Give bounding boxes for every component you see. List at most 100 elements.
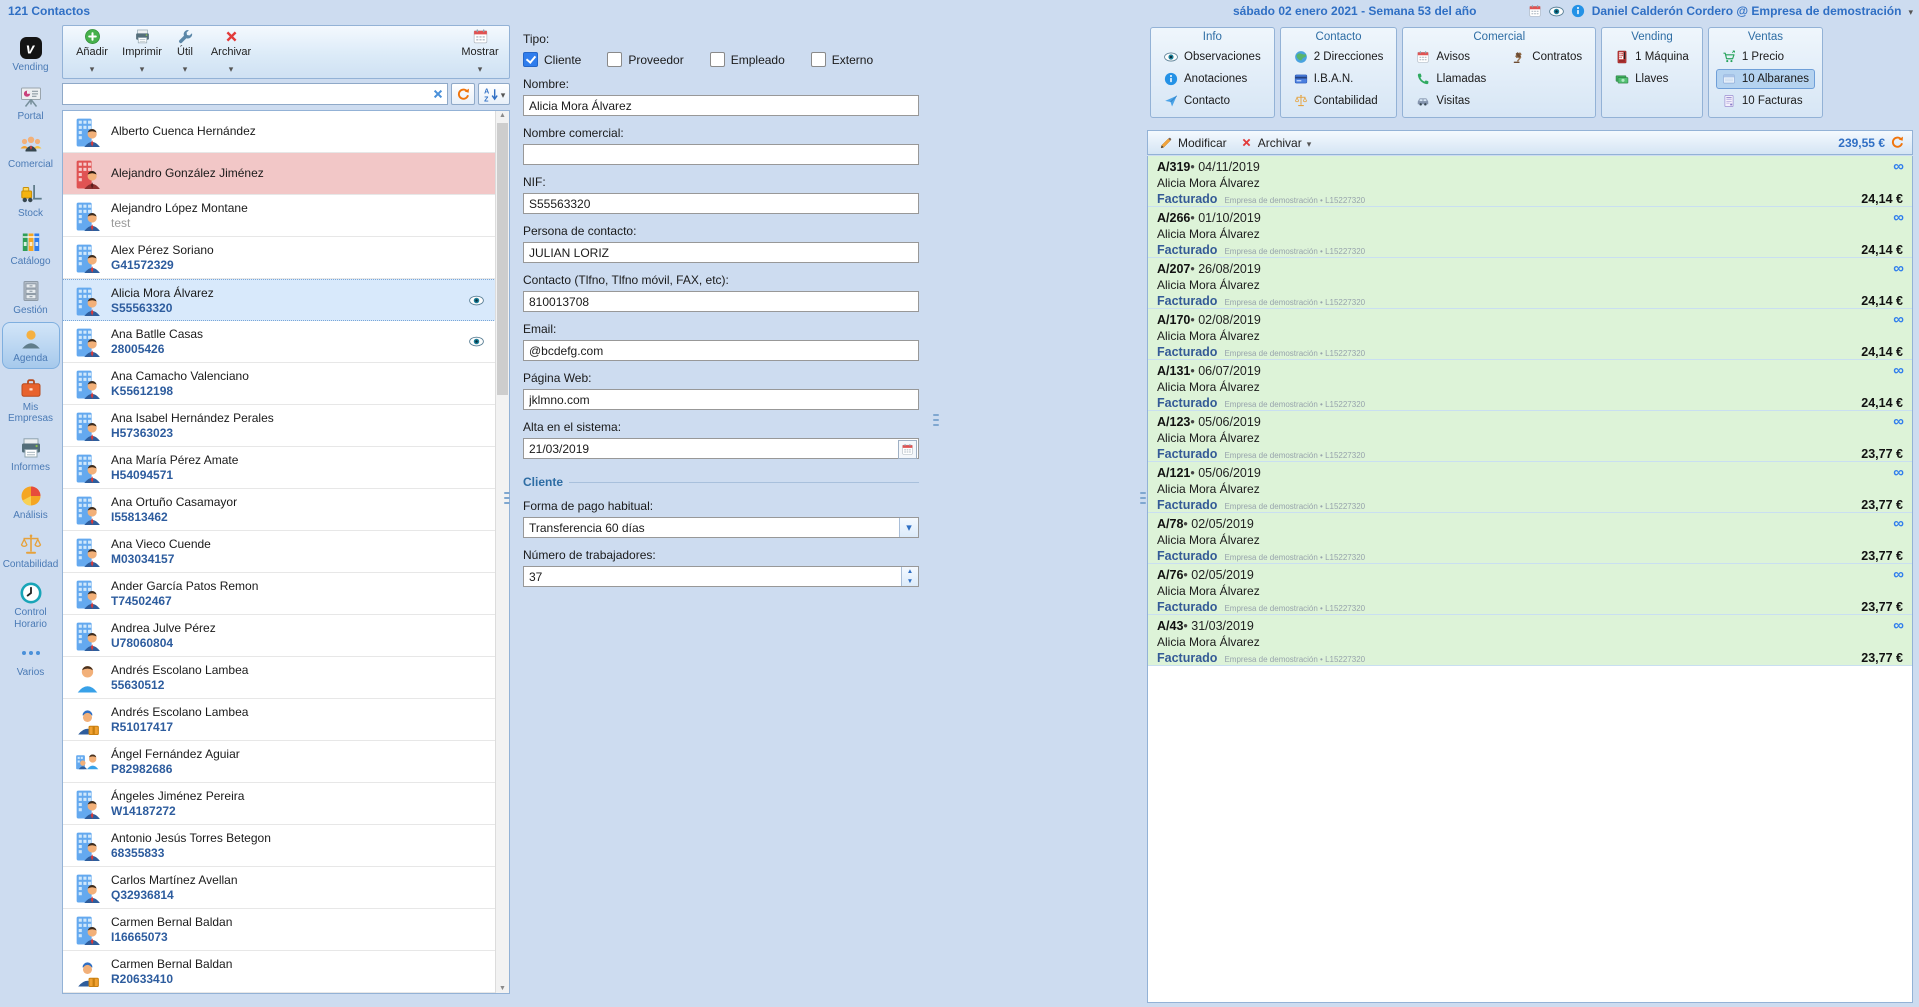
open-document-link-icon[interactable]: ∞	[1893, 569, 1903, 581]
print-caret-icon[interactable]	[140, 59, 145, 77]
nif-field[interactable]	[523, 193, 919, 214]
checkbox-box[interactable]	[710, 52, 725, 67]
util-button[interactable]: Útil	[167, 26, 203, 78]
contact-row[interactable]: Alex Pérez Soriano G41572329	[63, 237, 496, 279]
date-picker-button[interactable]	[898, 440, 917, 459]
pagina-web-field[interactable]	[523, 389, 919, 410]
sidebar-item[interactable]: Stock	[2, 177, 60, 224]
contact-row[interactable]: Alicia Mora Álvarez S55563320	[63, 279, 496, 321]
contact-row[interactable]: Ana María Pérez Amate H54094571	[63, 447, 496, 489]
dropdown-chevron-icon[interactable]	[899, 518, 918, 537]
contact-row[interactable]: Alejandro López Montane test	[63, 195, 496, 237]
checkbox-box[interactable]	[523, 52, 538, 67]
contact-row[interactable]: Carmen Bernal Baldan R20633410	[63, 951, 496, 993]
nombre-field[interactable]	[523, 95, 919, 116]
sidebar-item[interactable]: Análisis	[2, 479, 60, 526]
checkbox-box[interactable]	[607, 52, 622, 67]
contact-row[interactable]: Ángel Fernández Aguiar P82982686	[63, 741, 496, 783]
scrollbar-thumb[interactable]	[497, 123, 508, 395]
tipo-checkbox[interactable]: Proveedor	[607, 52, 683, 67]
sidebar-item[interactable]: Control Horario	[2, 576, 60, 634]
stepper-up-icon[interactable]	[902, 567, 918, 577]
albaran-row[interactable]: A/319 04/11/2019 ∞ Alicia Mora Álvarez F…	[1148, 156, 1912, 207]
albaran-row[interactable]: A/76 02/05/2019 ∞ Alicia Mora Álvarez Fa…	[1148, 564, 1912, 615]
print-button[interactable]: Imprimir	[117, 26, 167, 78]
sidebar-item[interactable]: Gestión	[2, 274, 60, 321]
contact-row[interactable]: Ana Isabel Hernández Perales H57363023	[63, 405, 496, 447]
user-menu-caret-icon[interactable]	[1908, 2, 1913, 20]
add-caret-icon[interactable]	[90, 59, 95, 77]
tab-item[interactable]: Contratos	[1506, 47, 1588, 67]
tipo-checkbox[interactable]: Externo	[811, 52, 873, 67]
archive-button[interactable]: Archivar	[1236, 135, 1316, 151]
albaran-row[interactable]: A/170 02/08/2019 ∞ Alicia Mora Álvarez F…	[1148, 309, 1912, 360]
info-icon[interactable]	[1571, 4, 1585, 18]
tipo-checkbox[interactable]: Empleado	[710, 52, 785, 67]
contact-row[interactable]: Andrea Julve Pérez U78060804	[63, 615, 496, 657]
tab-item[interactable]: Llamadas	[1410, 69, 1492, 89]
tab-item[interactable]: Contabilidad	[1288, 91, 1390, 111]
tipo-checkbox[interactable]: Cliente	[523, 52, 581, 67]
albaran-row[interactable]: A/121 05/06/2019 ∞ Alicia Mora Álvarez F…	[1148, 462, 1912, 513]
splitter-handle[interactable]	[1140, 492, 1146, 504]
tab-item[interactable]: Contacto	[1158, 91, 1267, 111]
eye-icon[interactable]	[1549, 6, 1564, 17]
checkbox-box[interactable]	[811, 52, 826, 67]
scroll-up-icon[interactable]: ▲	[496, 112, 509, 119]
open-document-link-icon[interactable]: ∞	[1893, 212, 1903, 224]
tab-item[interactable]: 10 Albaranes	[1716, 69, 1815, 89]
contact-row[interactable]: Ana Batlle Casas 28005426	[63, 321, 496, 363]
tab-item[interactable]: Observaciones	[1158, 47, 1267, 67]
albaran-row[interactable]: A/43 31/03/2019 ∞ Alicia Mora Álvarez Fa…	[1148, 615, 1912, 666]
contact-row[interactable]: Ana Ortuño Casamayor I55813462	[63, 489, 496, 531]
add-button[interactable]: Añadir	[67, 26, 117, 78]
contact-row[interactable]: Alberto Cuenca Hernández	[63, 111, 496, 153]
tab-item[interactable]: Avisos	[1410, 47, 1492, 67]
show-button[interactable]: Mostrar	[455, 26, 505, 78]
albaran-row[interactable]: A/131 06/07/2019 ∞ Alicia Mora Álvarez F…	[1148, 360, 1912, 411]
show-caret-icon[interactable]	[478, 59, 483, 77]
sidebar-item[interactable]: Portal	[2, 80, 60, 127]
contact-row[interactable]: Ander García Patos Remon T74502467	[63, 573, 496, 615]
sidebar-item[interactable]: Contabilidad	[2, 528, 60, 575]
alta-date-field[interactable]	[523, 438, 919, 459]
sort-caret-icon[interactable]	[501, 85, 506, 103]
clear-search-icon[interactable]	[431, 87, 445, 101]
contact-row[interactable]: Carmen Bernal Baldan I16665073	[63, 909, 496, 951]
contact-row[interactable]: Alejandro González Jiménez	[63, 153, 496, 195]
scroll-down-icon[interactable]: ▼	[496, 985, 509, 992]
number-stepper[interactable]	[901, 567, 918, 586]
sidebar-item[interactable]: Varios	[2, 636, 60, 683]
util-caret-icon[interactable]	[183, 59, 188, 77]
refresh-button[interactable]	[451, 83, 475, 105]
tab-item[interactable]: 10 Facturas	[1716, 91, 1815, 111]
open-document-link-icon[interactable]: ∞	[1893, 263, 1903, 275]
tab-item[interactable]: I.B.A.N.	[1288, 69, 1390, 89]
contact-row[interactable]: Ana Vieco Cuende M03034157	[63, 531, 496, 573]
open-document-link-icon[interactable]: ∞	[1893, 620, 1903, 632]
archive-caret-icon[interactable]	[229, 59, 234, 77]
email-field[interactable]	[523, 340, 919, 361]
splitter-handle[interactable]	[933, 414, 939, 426]
num-trabajadores-field[interactable]	[523, 566, 919, 587]
contact-row[interactable]: Andrés Escolano Lambea 55630512	[63, 657, 496, 699]
albaran-row[interactable]: A/123 05/06/2019 ∞ Alicia Mora Álvarez F…	[1148, 411, 1912, 462]
open-document-link-icon[interactable]: ∞	[1893, 365, 1903, 377]
tab-item[interactable]: 2 Direcciones	[1288, 47, 1390, 67]
nombre-comercial-field[interactable]	[523, 144, 919, 165]
albaran-row[interactable]: A/78 02/05/2019 ∞ Alicia Mora Álvarez Fa…	[1148, 513, 1912, 564]
sidebar-item[interactable]: Agenda	[2, 322, 60, 369]
contact-row[interactable]: Carlos Martínez Avellan Q32936814	[63, 867, 496, 909]
sidebar-item[interactable]: v Vending	[2, 31, 60, 78]
user-menu[interactable]: Daniel Calderón Cordero @ Empresa de dem…	[1592, 4, 1902, 18]
sidebar-item[interactable]: Comercial	[2, 128, 60, 175]
search-input[interactable]	[62, 83, 448, 105]
telefono-field[interactable]	[523, 291, 919, 312]
tab-item[interactable]: Llaves	[1609, 69, 1695, 89]
open-document-link-icon[interactable]: ∞	[1893, 416, 1903, 428]
persona-contacto-field[interactable]	[523, 242, 919, 263]
forma-pago-select[interactable]: Transferencia 60 días	[523, 517, 919, 538]
open-document-link-icon[interactable]: ∞	[1893, 518, 1903, 530]
splitter-handle[interactable]	[504, 492, 510, 504]
calendar-icon[interactable]	[1528, 4, 1542, 18]
